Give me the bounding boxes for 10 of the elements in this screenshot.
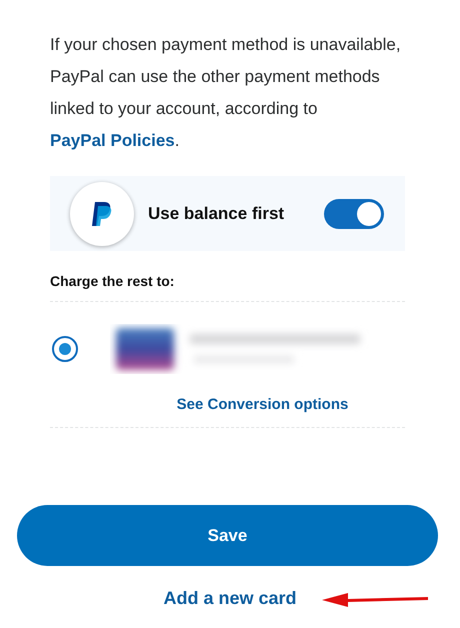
save-button[interactable]: Save bbox=[17, 505, 438, 566]
radio-button[interactable] bbox=[52, 336, 78, 362]
conversion-options-link[interactable]: See Conversion options bbox=[176, 396, 348, 413]
charge-heading: Charge the rest to: bbox=[50, 273, 176, 289]
add-card-link[interactable]: Add a new card bbox=[163, 588, 297, 609]
toggle-switch[interactable] bbox=[324, 198, 384, 228]
policies-link[interactable]: PayPal Policies bbox=[50, 131, 175, 150]
paypal-logo-icon bbox=[91, 200, 113, 226]
balance-label: Use balance first bbox=[148, 204, 286, 224]
notice-text: If your chosen payment method is unavailable, PayPal can use the other payment methods linked to your account, according to PayPal Policies. bbox=[50, 34, 402, 152]
